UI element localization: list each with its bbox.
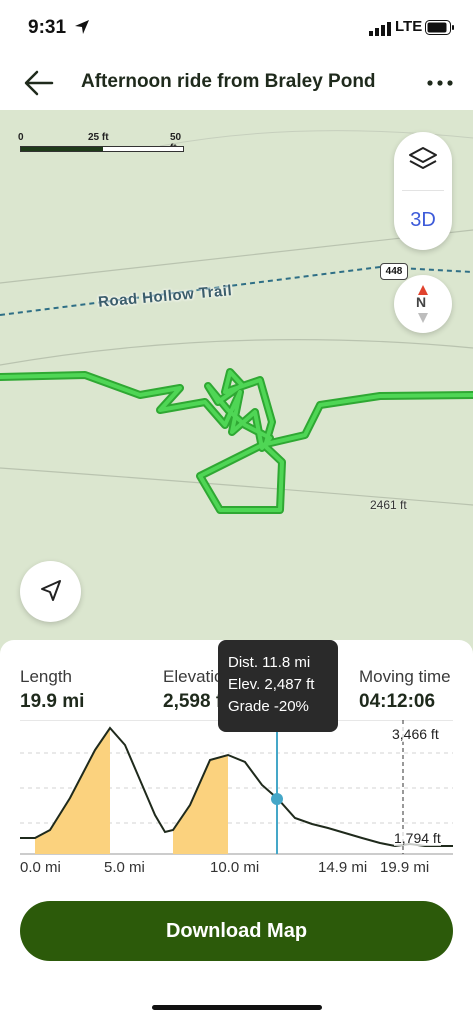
compass-button[interactable]: N <box>394 275 452 333</box>
y-min-label: 1,794 ft <box>394 830 441 846</box>
climb-segment-1 <box>35 728 110 854</box>
scale-label-start: 0 <box>18 132 24 143</box>
layers-icon[interactable] <box>394 132 452 190</box>
stat-moving-time-value: 04:12:06 <box>359 691 436 712</box>
location-arrow-icon <box>75 20 89 34</box>
stat-length-value: 19.9 mi <box>20 691 85 712</box>
status-bar: 9:31 LTE <box>0 0 473 58</box>
arrow-left-icon[interactable] <box>22 68 56 98</box>
home-indicator <box>152 1005 322 1010</box>
chart-tooltip: Dist. 11.8 mi Elev. 2,487 ft Grade -20% <box>218 640 338 732</box>
contour-label: 2461 ft <box>370 498 407 512</box>
elevation-chart[interactable]: 3,466 ft 1,794 ft <box>0 719 473 870</box>
road-badge: 448 <box>380 263 408 280</box>
locate-button[interactable] <box>20 561 81 622</box>
more-horizontal-icon[interactable] <box>424 70 456 96</box>
x-label-1: 5.0 mi <box>104 859 145 876</box>
scale-track <box>20 146 184 152</box>
map-controls: 3D <box>394 132 452 250</box>
page-title: Afternoon ride from Braley Pond <box>81 71 376 92</box>
x-label-2: 10.0 mi <box>210 859 260 876</box>
stat-moving-time-label: Moving time <box>359 667 451 686</box>
compass-north-label: N <box>416 294 427 310</box>
status-time: 9:31 <box>28 17 67 38</box>
scale-label-mid: 25 ft <box>88 132 109 143</box>
stats-sheet: Length 19.9 mi Elevation gain 2,598 ft M… <box>0 640 473 1024</box>
y-max-label: 3,466 ft <box>392 726 439 742</box>
signal-icon <box>369 22 391 36</box>
tooltip-elevation: Elev. 2,487 ft <box>228 676 315 693</box>
controls-divider <box>402 190 444 191</box>
stat-length-label: Length <box>20 667 72 686</box>
tooltip-distance: Dist. 11.8 mi <box>228 654 311 671</box>
tooltip-grade: Grade -20% <box>228 698 309 715</box>
climb-segment-2 <box>173 755 228 854</box>
toggle-3d-button[interactable]: 3D <box>394 192 452 248</box>
navigation-arrow-icon <box>41 580 61 601</box>
x-label-4: 19.9 mi <box>380 859 430 876</box>
map-view[interactable]: 0 25 ft 50 ft 3D N Road Hollow Trail 448… <box>0 110 473 670</box>
route-track <box>0 368 473 514</box>
chart-cursor-point <box>271 793 283 805</box>
x-label-0: 0.0 mi <box>20 859 61 876</box>
map-scale-bar: 0 25 ft 50 ft <box>18 132 188 162</box>
network-type: LTE <box>395 18 423 35</box>
elevation-profile-graph <box>20 719 453 855</box>
download-map-button[interactable]: Download Map <box>20 901 453 961</box>
x-label-3: 14.9 mi <box>318 859 368 876</box>
battery-icon <box>425 20 454 35</box>
app-header: Afternoon ride from Braley Pond <box>0 58 473 110</box>
